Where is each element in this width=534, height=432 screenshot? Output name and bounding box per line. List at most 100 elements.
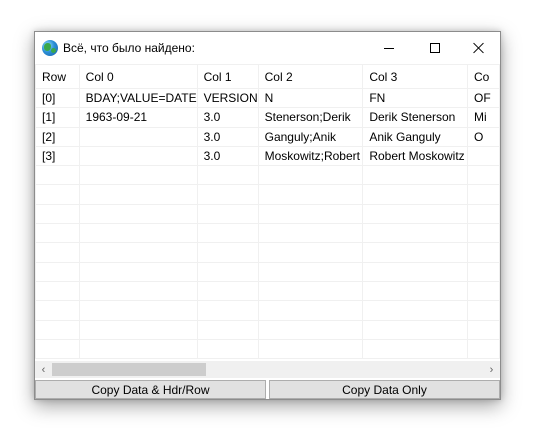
table-cell[interactable]	[467, 203, 500, 225]
table-cell[interactable]	[257, 300, 364, 321]
table-cell[interactable]	[467, 145, 500, 167]
table-cell[interactable]	[78, 280, 198, 302]
table-cell[interactable]	[362, 184, 469, 205]
table-cell[interactable]	[257, 165, 364, 186]
scrollbar-thumb[interactable]	[52, 363, 206, 376]
table-cell[interactable]	[78, 319, 198, 340]
column-header-row[interactable]: Row	[35, 64, 80, 89]
table-cell[interactable]	[35, 338, 80, 360]
table-cell[interactable]	[78, 261, 198, 282]
table-cell[interactable]	[196, 165, 259, 186]
table-cell[interactable]: Moskowitz;Robert	[257, 145, 364, 167]
empty-table-row[interactable]	[35, 184, 500, 205]
table-cell[interactable]	[196, 319, 259, 340]
table-cell[interactable]: FN	[362, 87, 469, 109]
table-cell[interactable]	[196, 338, 259, 360]
table-cell[interactable]	[78, 242, 198, 263]
scroll-right-icon[interactable]: ›	[483, 361, 500, 378]
column-header-col4[interactable]: Co	[467, 64, 500, 89]
table-cell[interactable]: Ganguly;Anik	[257, 126, 364, 147]
horizontal-scrollbar[interactable]: ‹ ›	[35, 361, 500, 378]
table-cell[interactable]	[78, 223, 198, 244]
minimize-button[interactable]	[366, 32, 412, 64]
table-cell[interactable]	[467, 242, 500, 263]
table-cell[interactable]: Anik Ganguly	[362, 126, 469, 147]
table-cell[interactable]	[196, 242, 259, 263]
table-cell[interactable]: [1]	[35, 107, 80, 128]
table-cell[interactable]: [0]	[35, 87, 80, 109]
table-row[interactable]: [0] BDAY;VALUE=DATE VERSION N FN OF	[35, 87, 500, 109]
copy-data-only-button[interactable]: Copy Data Only	[269, 380, 500, 399]
column-header-col3[interactable]: Col 3	[362, 64, 469, 89]
table-cell[interactable]	[362, 338, 469, 360]
table-cell[interactable]	[196, 184, 259, 205]
table-cell[interactable]	[362, 280, 469, 302]
table-cell[interactable]	[362, 261, 469, 282]
table-cell[interactable]: 3.0	[196, 126, 259, 147]
table-cell[interactable]	[362, 319, 469, 340]
column-header-col0[interactable]: Col 0	[78, 64, 198, 89]
table-cell[interactable]	[78, 165, 198, 186]
table-cell[interactable]	[78, 184, 198, 205]
table-cell[interactable]	[78, 203, 198, 225]
copy-data-header-button[interactable]: Copy Data & Hdr/Row	[35, 380, 266, 399]
table-cell[interactable]	[257, 184, 364, 205]
table-cell[interactable]	[35, 165, 80, 186]
table-cell[interactable]: BDAY;VALUE=DATE	[78, 87, 198, 109]
table-cell[interactable]	[35, 300, 80, 321]
table-row[interactable]: [3] 3.0 Moskowitz;Robert Robert Moskowit…	[35, 145, 500, 167]
table-cell[interactable]	[257, 319, 364, 340]
table-cell[interactable]: 1963-09-21	[78, 107, 198, 128]
table-cell[interactable]	[78, 300, 198, 321]
table-cell[interactable]	[196, 300, 259, 321]
table-cell[interactable]	[35, 280, 80, 302]
scroll-left-icon[interactable]: ‹	[35, 361, 52, 378]
table-cell[interactable]	[467, 319, 500, 340]
table-cell[interactable]: 3.0	[196, 145, 259, 167]
table-cell[interactable]	[196, 203, 259, 225]
table-row[interactable]: [2] 3.0 Ganguly;Anik Anik Ganguly O	[35, 126, 500, 147]
table-cell[interactable]: N	[257, 87, 364, 109]
empty-table-row[interactable]	[35, 242, 500, 263]
table-cell[interactable]: [2]	[35, 126, 80, 147]
title-bar[interactable]: Всё, что было найдено:	[35, 32, 500, 64]
table-cell[interactable]	[362, 203, 469, 225]
table-cell[interactable]	[78, 145, 198, 167]
table-cell[interactable]	[257, 280, 364, 302]
results-grid[interactable]: Row Col 0 Col 1 Col 2 Col 3 Co [0] BDAY;…	[35, 64, 500, 361]
table-cell[interactable]	[362, 223, 469, 244]
empty-table-row[interactable]	[35, 223, 500, 244]
maximize-button[interactable]	[412, 32, 458, 64]
table-cell[interactable]	[35, 223, 80, 244]
table-cell[interactable]	[35, 184, 80, 205]
table-cell[interactable]	[35, 242, 80, 263]
table-cell[interactable]: O	[467, 126, 500, 147]
column-header-col2[interactable]: Col 2	[257, 64, 364, 89]
table-cell[interactable]: Stenerson;Derik	[257, 107, 364, 128]
table-cell[interactable]: 3.0	[196, 107, 259, 128]
table-cell[interactable]	[257, 203, 364, 225]
table-cell[interactable]	[362, 165, 469, 186]
empty-table-row[interactable]	[35, 319, 500, 340]
table-cell[interactable]	[467, 165, 500, 186]
table-cell[interactable]	[257, 223, 364, 244]
empty-table-row[interactable]	[35, 203, 500, 225]
empty-table-row[interactable]	[35, 165, 500, 186]
table-cell[interactable]	[35, 203, 80, 225]
table-cell[interactable]	[257, 242, 364, 263]
table-cell[interactable]: Mi	[467, 107, 500, 128]
table-cell[interactable]	[362, 242, 469, 263]
table-cell[interactable]: OF	[467, 87, 500, 109]
table-cell[interactable]	[196, 261, 259, 282]
table-cell[interactable]	[467, 223, 500, 244]
empty-table-row[interactable]	[35, 338, 500, 360]
table-cell[interactable]	[467, 338, 500, 360]
table-cell[interactable]	[257, 338, 364, 360]
table-cell[interactable]	[467, 300, 500, 321]
table-cell[interactable]	[257, 261, 364, 282]
table-cell[interactable]	[35, 319, 80, 340]
empty-table-row[interactable]	[35, 280, 500, 302]
table-cell[interactable]: Robert Moskowitz	[362, 145, 469, 167]
empty-table-row[interactable]	[35, 300, 500, 321]
empty-table-row[interactable]	[35, 261, 500, 282]
